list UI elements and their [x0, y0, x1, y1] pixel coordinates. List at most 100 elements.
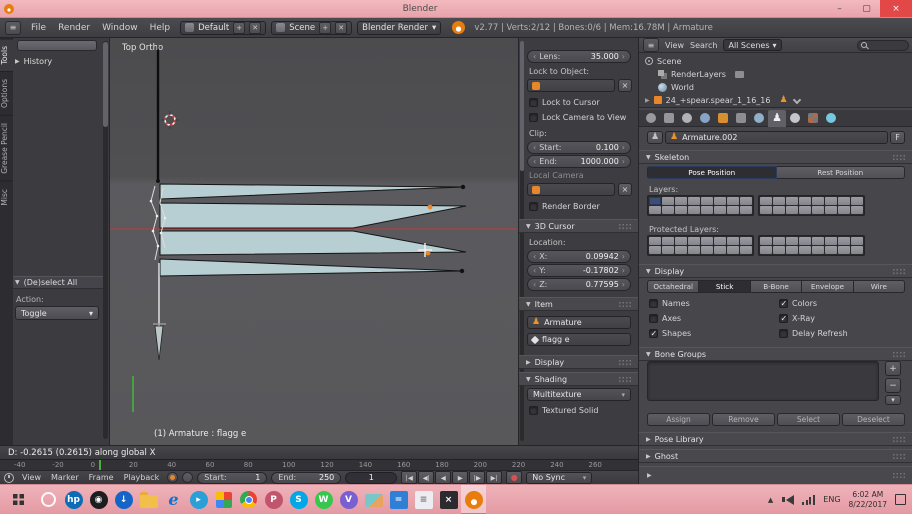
outliner-search-input[interactable] — [857, 39, 909, 51]
active-bone-name-field[interactable]: flagg e — [527, 333, 631, 346]
taskbar-notepad[interactable]: ≡ — [411, 485, 436, 514]
panel-grip-icon[interactable] — [892, 153, 905, 161]
decrement-arrow-icon[interactable]: ‹ — [533, 143, 536, 152]
layer-toggle[interactable] — [714, 237, 726, 245]
volume-icon[interactable] — [781, 494, 795, 505]
decrement-arrow-icon[interactable]: ‹ — [533, 280, 536, 289]
select-button[interactable]: Select — [777, 413, 840, 426]
rest-position-button[interactable]: Rest Position — [776, 166, 905, 179]
flag-bone-shape-3[interactable] — [159, 230, 467, 256]
increment-arrow-icon[interactable]: › — [622, 252, 625, 261]
properties-tab-physics[interactable] — [822, 110, 840, 127]
jump-to-start-button[interactable]: |◀ — [401, 471, 418, 484]
layer-toggle[interactable] — [799, 197, 811, 205]
action-center-icon[interactable] — [895, 494, 906, 505]
properties-tab-modifiers[interactable] — [750, 110, 768, 127]
redo-panel-header[interactable]: ▼ (De)select All — [13, 276, 103, 289]
layer-toggle[interactable] — [649, 206, 661, 214]
3d-viewport[interactable]: Top Ortho (1) Armature : flagg e — [110, 38, 518, 445]
cursor-y-field[interactable]: ‹ Y: -0.17802 › — [527, 264, 631, 277]
start-button[interactable] — [0, 485, 36, 514]
increment-arrow-icon[interactable]: › — [622, 143, 625, 152]
frame-start-field[interactable]: Start: 1 — [197, 471, 268, 484]
layer-toggle[interactable] — [786, 246, 798, 254]
layer-toggle[interactable] — [825, 197, 837, 205]
bone-tip[interactable] — [459, 268, 465, 274]
increment-arrow-icon[interactable]: › — [622, 280, 625, 289]
minimize-button[interactable]: – — [826, 0, 853, 17]
taskbar-calculator[interactable]: = — [386, 485, 411, 514]
layer-toggle[interactable] — [825, 246, 837, 254]
lock-camera-checkbox[interactable]: Lock Camera to View — [529, 113, 626, 122]
id-name-field[interactable]: ♟ Armature.002 — [665, 131, 888, 144]
menu-render[interactable]: Render — [53, 23, 95, 33]
layer-toggle[interactable] — [662, 237, 674, 245]
layer-toggle[interactable] — [662, 197, 674, 205]
lens-field[interactable]: ‹ Lens: 35.000 › — [527, 50, 631, 63]
skeleton-panel-header[interactable]: ▼ Skeleton — [639, 150, 912, 164]
layer-toggle[interactable] — [740, 246, 752, 254]
increment-arrow-icon[interactable]: › — [622, 52, 625, 61]
layer-toggle[interactable] — [812, 206, 824, 214]
outliner-row-renderlayers[interactable]: RenderLayers — [658, 68, 744, 80]
bone-joint[interactable] — [156, 179, 160, 183]
layer-toggle[interactable] — [714, 197, 726, 205]
layer-toggle[interactable] — [786, 237, 798, 245]
assign-button[interactable]: Assign — [647, 413, 710, 426]
menu-window[interactable]: Window — [97, 23, 143, 33]
layer-toggle[interactable] — [799, 246, 811, 254]
panel-grip-icon[interactable] — [892, 435, 905, 443]
outliner-editor-icon[interactable]: ≡ — [643, 38, 659, 52]
clip-start-field[interactable]: ‹ Start: 0.100 › — [527, 141, 631, 154]
panel-grip-icon[interactable] — [618, 300, 631, 308]
bone-group-specials-button[interactable]: ▾ — [885, 395, 901, 405]
textured-solid-checkbox[interactable]: Textured Solid — [529, 406, 598, 415]
flag-bone-shape-2[interactable] — [159, 202, 467, 229]
add-scene-button[interactable]: + — [319, 21, 332, 34]
taskbar-hp[interactable]: hp — [61, 485, 86, 514]
layer-toggle[interactable] — [838, 197, 850, 205]
layer-toggle[interactable] — [812, 197, 824, 205]
flag-bone-shape-4[interactable] — [159, 258, 463, 277]
layer-toggle[interactable] — [786, 197, 798, 205]
layer-toggle[interactable] — [786, 206, 798, 214]
lock-object-field[interactable] — [527, 79, 615, 92]
taskbar-whatsapp[interactable]: W — [311, 485, 336, 514]
record-button[interactable]: ● — [506, 471, 523, 484]
layer-toggle[interactable] — [799, 206, 811, 214]
sync-mode-dropdown[interactable]: No Sync ▾ — [526, 471, 593, 484]
clear-camera-button[interactable]: × — [618, 183, 632, 196]
taskbar-paint[interactable]: P — [261, 485, 286, 514]
layer-toggle[interactable] — [851, 237, 863, 245]
increment-arrow-icon[interactable]: › — [622, 266, 625, 275]
render-border-checkbox[interactable]: Render Border — [529, 202, 600, 211]
panel-grip-icon[interactable] — [618, 375, 631, 383]
layer-toggle[interactable] — [649, 246, 661, 254]
play-button[interactable]: ▶ — [452, 471, 469, 484]
layer-toggle[interactable] — [727, 206, 739, 214]
add-bone-group-button[interactable]: + — [885, 361, 901, 376]
layer-toggle[interactable] — [727, 197, 739, 205]
layer-toggle[interactable] — [851, 246, 863, 254]
browse-id-button[interactable]: ♟ — [647, 131, 663, 144]
taskbar-downloads[interactable]: ↓ — [111, 485, 136, 514]
3d-cursor[interactable] — [161, 111, 179, 129]
taskbar-file-explorer[interactable] — [136, 485, 161, 514]
decrement-arrow-icon[interactable]: ‹ — [533, 252, 536, 261]
shading-mode-dropdown[interactable]: Multitexture ▾ — [527, 388, 631, 401]
auto-keyframe-button[interactable] — [167, 472, 179, 483]
pose-position-button[interactable]: Pose Position — [647, 166, 777, 179]
layer-toggle[interactable] — [649, 237, 661, 245]
display-panel-header[interactable]: ▼ Display — [639, 264, 912, 278]
panel-grip-icon[interactable] — [892, 267, 905, 275]
selected-bone-tip[interactable] — [425, 250, 431, 256]
partially-visible-panel-header[interactable]: ▶ — [639, 466, 912, 484]
hidden-icons-chevron-icon[interactable]: ▲ — [768, 496, 773, 504]
pose-library-panel-header[interactable]: ▶ Pose Library — [639, 432, 912, 446]
layer-toggle[interactable] — [838, 206, 850, 214]
menu-file[interactable]: File — [26, 23, 51, 33]
tool-shelf-scrollbar[interactable] — [103, 41, 108, 439]
layer-toggle[interactable] — [740, 197, 752, 205]
maximize-button[interactable]: ▢ — [853, 0, 880, 17]
clip-end-field[interactable]: ‹ End: 1000.000 › — [527, 155, 631, 168]
